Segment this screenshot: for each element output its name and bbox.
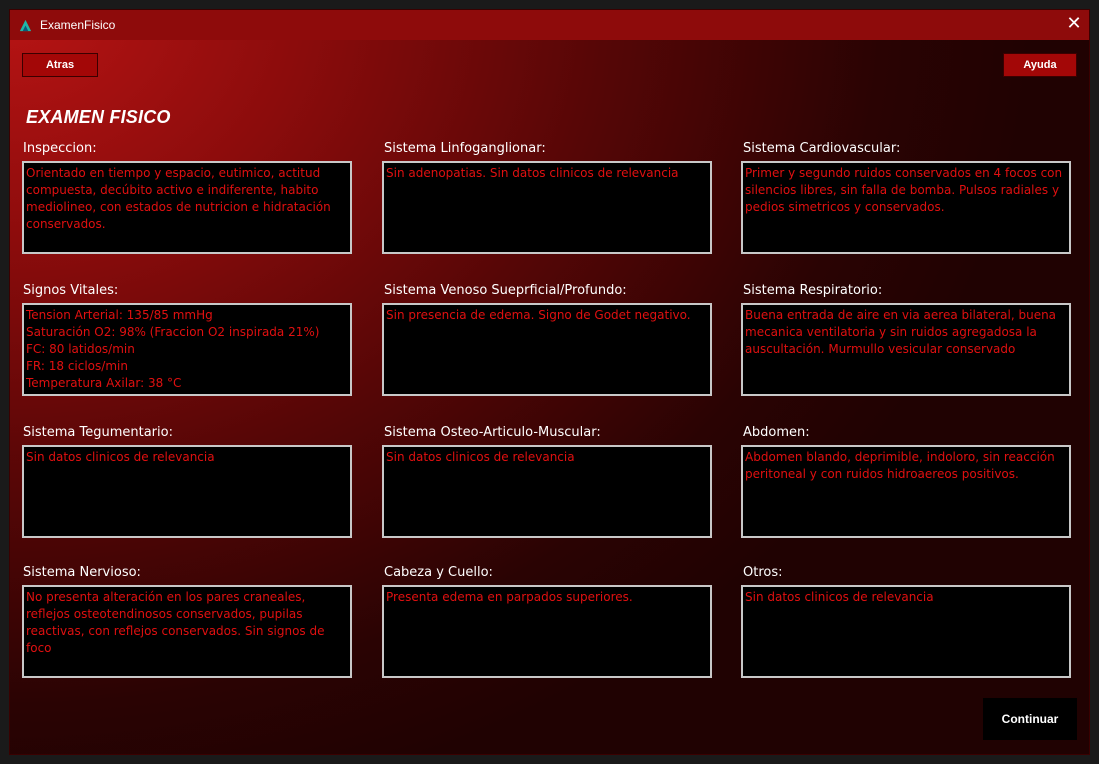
title-bar[interactable]: ExamenFisico ✕ — [10, 10, 1089, 40]
continue-button[interactable]: Continuar — [983, 698, 1077, 740]
label-abdomen: Abdomen: — [743, 425, 810, 440]
close-icon[interactable]: ✕ — [1059, 10, 1089, 40]
back-button[interactable]: Atras — [22, 53, 98, 77]
sistema-respiratorio-textarea[interactable]: Buena entrada de aire en via aerea bilat… — [741, 303, 1071, 396]
sistema-cardiovascular-textarea[interactable]: Primer y segundo ruidos conservados en 4… — [741, 161, 1071, 254]
page-title: EXAMEN FISICO — [26, 107, 171, 127]
sistema-nervioso-textarea[interactable]: No presenta alteración en los pares cran… — [22, 585, 352, 678]
sistema-tegumentario-textarea[interactable]: Sin datos clinicos de relevancia — [22, 445, 352, 538]
label-sistema-osteo-articulo-muscular: Sistema Osteo-Articulo-Muscular: — [384, 425, 601, 440]
window-title: ExamenFisico — [40, 18, 116, 32]
help-button[interactable]: Ayuda — [1003, 53, 1077, 77]
abdomen-textarea[interactable]: Abdomen blando, deprimible, indoloro, si… — [741, 445, 1071, 538]
label-otros: Otros: — [743, 565, 783, 580]
label-cabeza-y-cuello: Cabeza y Cuello: — [384, 565, 493, 580]
label-sistema-linfoganglionar: Sistema Linfoganglionar: — [384, 141, 546, 156]
inspeccion-textarea[interactable]: Orientado en tiempo y espacio, eutimico,… — [22, 161, 352, 254]
sistema-venoso-textarea[interactable]: Sin presencia de edema. Signo de Godet n… — [382, 303, 712, 396]
sistema-linfoganglionar-textarea[interactable]: Sin adenopatias. Sin datos clinicos de r… — [382, 161, 712, 254]
label-sistema-cardiovascular: Sistema Cardiovascular: — [743, 141, 901, 156]
otros-textarea[interactable]: Sin datos clinicos de relevancia — [741, 585, 1071, 678]
label-sistema-nervioso: Sistema Nervioso: — [23, 565, 141, 580]
app-window: ExamenFisico ✕ Atras Ayuda EXAMEN FISICO… — [10, 10, 1089, 754]
sistema-osteo-articulo-muscular-textarea[interactable]: Sin datos clinicos de relevancia — [382, 445, 712, 538]
label-signos-vitales: Signos Vitales: — [23, 283, 119, 298]
cabeza-y-cuello-textarea[interactable]: Presenta edema en parpados superiores. — [382, 585, 712, 678]
label-sistema-tegumentario: Sistema Tegumentario: — [23, 425, 173, 440]
label-inspeccion: Inspeccion: — [23, 141, 97, 156]
label-sistema-respiratorio: Sistema Respiratorio: — [743, 283, 883, 298]
signos-vitales-textarea[interactable]: Tension Arterial: 135/85 mmHg Saturación… — [22, 303, 352, 396]
app-logo-icon — [19, 19, 32, 32]
label-sistema-venoso: Sistema Venoso Sueprficial/Profundo: — [384, 283, 627, 298]
